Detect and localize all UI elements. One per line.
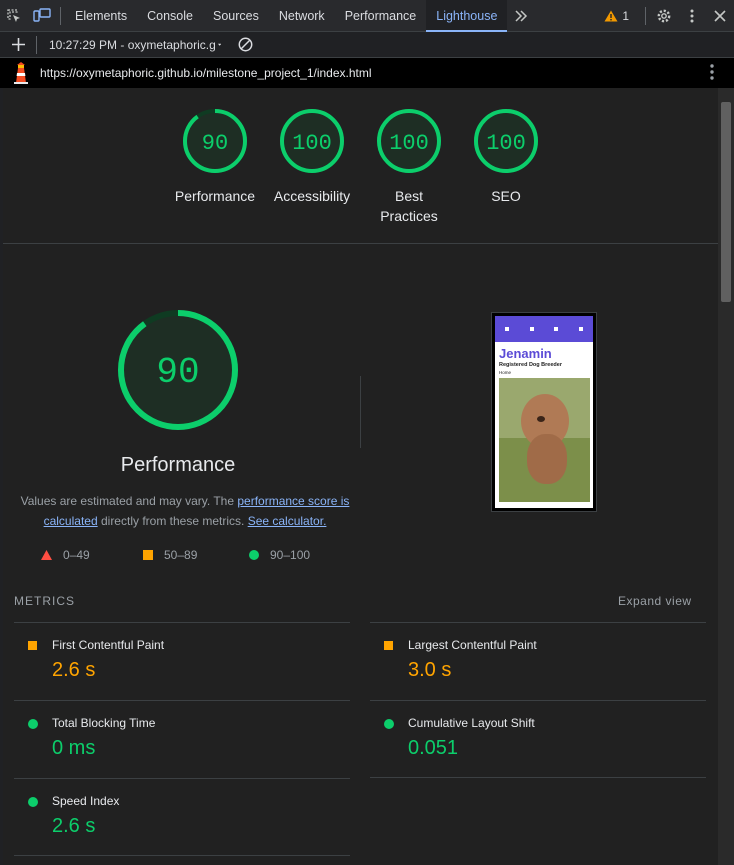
thumbnail-nav-home: Home: [499, 370, 512, 375]
device-toolbar-icon[interactable]: [28, 0, 56, 32]
devtools-tabbar: Elements Console Sources Network Perform…: [0, 0, 734, 32]
performance-title: Performance: [120, 454, 236, 476]
tab-console[interactable]: Console: [137, 0, 203, 32]
metric-value: 2.6 s: [52, 659, 96, 681]
legend-average-label: 50–89: [164, 548, 198, 562]
thumbnail-site-title: Jenamin: [499, 346, 552, 361]
gauge-seo-label: SEO: [491, 188, 521, 204]
toolbar-separator: [36, 35, 37, 54]
gauge-seo[interactable]: 100 SEO: [458, 108, 554, 206]
tab-sources[interactable]: Sources: [203, 0, 269, 32]
lighthouse-logo-icon: [14, 62, 28, 84]
metric-name: First Contentful Paint: [52, 638, 165, 652]
pass-circle-icon: [249, 550, 259, 560]
metric-largest-contentful-paint: Largest Contentful Paint 3.0 s: [370, 622, 706, 700]
report-scrollbar[interactable]: [718, 88, 734, 865]
tabbar-separator-right: [645, 7, 646, 25]
lighthouse-report: 90 Performance 100 Accessibility 100 Bes…: [3, 88, 718, 865]
metric-cumulative-layout-shift: Cumulative Layout Shift 0.051: [370, 700, 706, 778]
dropdown-caret-icon: [217, 43, 221, 46]
metric-name: Largest Contentful Paint: [408, 638, 537, 652]
gauge-performance[interactable]: 90 Performance: [167, 108, 263, 206]
gauge-best-practices[interactable]: 100 Best Practices: [361, 108, 457, 226]
metric-value: 2.6 s: [52, 815, 96, 837]
gauge-seo-ring: 100: [474, 109, 538, 173]
warnings-count: 1: [622, 9, 629, 23]
metric-value: 0.051: [408, 737, 459, 759]
see-calculator-link[interactable]: See calculator.: [248, 514, 327, 528]
metric-speed-index: Speed Index 2.6 s: [14, 778, 350, 856]
gauge-performance-label: Performance: [174, 188, 256, 204]
gauge-best-practices-ring: 100: [377, 109, 441, 173]
gauge-accessibility-label: Accessibility: [273, 188, 351, 204]
gauge-accessibility-score: 100: [292, 131, 332, 156]
section-divider: [3, 243, 718, 244]
thumbnail-site-subtitle: Registered Dog Breeder: [499, 362, 562, 368]
report-url-bar: https://oxymetaphoric.github.io/mileston…: [0, 58, 734, 88]
performance-disclaimer: Values are estimated and may vary. The p…: [15, 491, 355, 531]
tab-performance[interactable]: Performance: [335, 0, 427, 32]
legend-pass: 90–100: [249, 548, 310, 562]
tabbar-separator: [60, 6, 61, 25]
fail-triangle-icon: [41, 550, 52, 560]
close-devtools-icon[interactable]: [706, 0, 734, 32]
metric-name: Total Blocking Time: [52, 716, 156, 730]
legend-fail: 0–49: [41, 548, 90, 562]
new-report-plus-icon[interactable]: [4, 32, 32, 58]
report-menu-icon[interactable]: [710, 64, 714, 80]
metric-total-blocking-time: Total Blocking Time 0 ms: [14, 700, 350, 778]
performance-big-ring: 90: [118, 310, 238, 430]
metric-name: Cumulative Layout Shift: [408, 716, 535, 730]
metric-value: 3.0 s: [408, 659, 452, 681]
legend-average: 50–89: [143, 548, 197, 562]
gauge-seo-score: 100: [486, 131, 526, 156]
report-selector-dropdown[interactable]: 10:27:29 PM - oxymetaphoric.g: [49, 38, 221, 52]
tab-lighthouse[interactable]: Lighthouse: [426, 0, 508, 32]
average-square-icon: [143, 550, 153, 560]
scrollbar-thumb[interactable]: [721, 102, 731, 302]
tab-elements[interactable]: Elements: [65, 0, 137, 32]
gauge-accessibility-ring: 100: [280, 109, 344, 173]
performance-big-score: 90: [156, 352, 199, 393]
gauge-best-practices-score: 100: [389, 131, 429, 156]
metric-value: 0 ms: [52, 737, 96, 759]
average-square-icon: [28, 641, 37, 650]
performance-big-gauge: 90: [115, 308, 241, 437]
final-screenshot-thumbnail[interactable]: Jenamin Registered Dog Breeder Home: [491, 312, 597, 512]
report-selector-label: 10:27:29 PM - oxymetaphoric.g: [49, 37, 216, 52]
disclaimer-text-1: Values are estimated and may vary. The: [20, 494, 238, 508]
gauge-best-practices-label: Best Practices: [380, 188, 438, 224]
legend-pass-label: 90–100: [270, 548, 311, 562]
report-url: https://oxymetaphoric.github.io/mileston…: [40, 66, 372, 80]
legend-fail-label: 0–49: [63, 548, 90, 562]
expand-view-toggle[interactable]: Expand view: [618, 594, 692, 608]
metric-name: Speed Index: [52, 794, 120, 808]
warnings-counter[interactable]: 1: [604, 9, 629, 23]
gauge-performance-score: 90: [202, 131, 228, 156]
lighthouse-toolbar: 10:27:29 PM - oxymetaphoric.g: [0, 32, 734, 58]
metrics-heading: METRICS: [14, 594, 75, 608]
pass-circle-icon: [28, 719, 38, 729]
vertical-divider: [360, 376, 361, 448]
pass-circle-icon: [28, 797, 38, 807]
gauge-performance-ring: 90: [183, 109, 247, 173]
warning-icon: [604, 10, 618, 22]
pass-circle-icon: [384, 719, 394, 729]
disclaimer-text-2: directly from these metrics.: [97, 514, 248, 528]
clear-reports-icon[interactable]: [231, 32, 259, 58]
metric-first-contentful-paint: First Contentful Paint 2.6 s: [14, 622, 350, 700]
customize-menu-icon[interactable]: [678, 0, 706, 32]
thumbnail-nav-bar: [495, 316, 593, 342]
tab-network[interactable]: Network: [269, 0, 335, 32]
more-tabs-icon[interactable]: [507, 0, 535, 32]
score-gauges: 90 Performance 100 Accessibility 100 Bes…: [3, 108, 718, 228]
settings-gear-icon[interactable]: [650, 0, 678, 32]
thumbnail-page: Jenamin Registered Dog Breeder Home: [495, 316, 593, 508]
average-square-icon: [384, 641, 393, 650]
thumbnail-dog-photo: [499, 378, 590, 502]
inspect-element-icon[interactable]: [0, 0, 28, 32]
gauge-accessibility[interactable]: 100 Accessibility: [264, 108, 360, 206]
